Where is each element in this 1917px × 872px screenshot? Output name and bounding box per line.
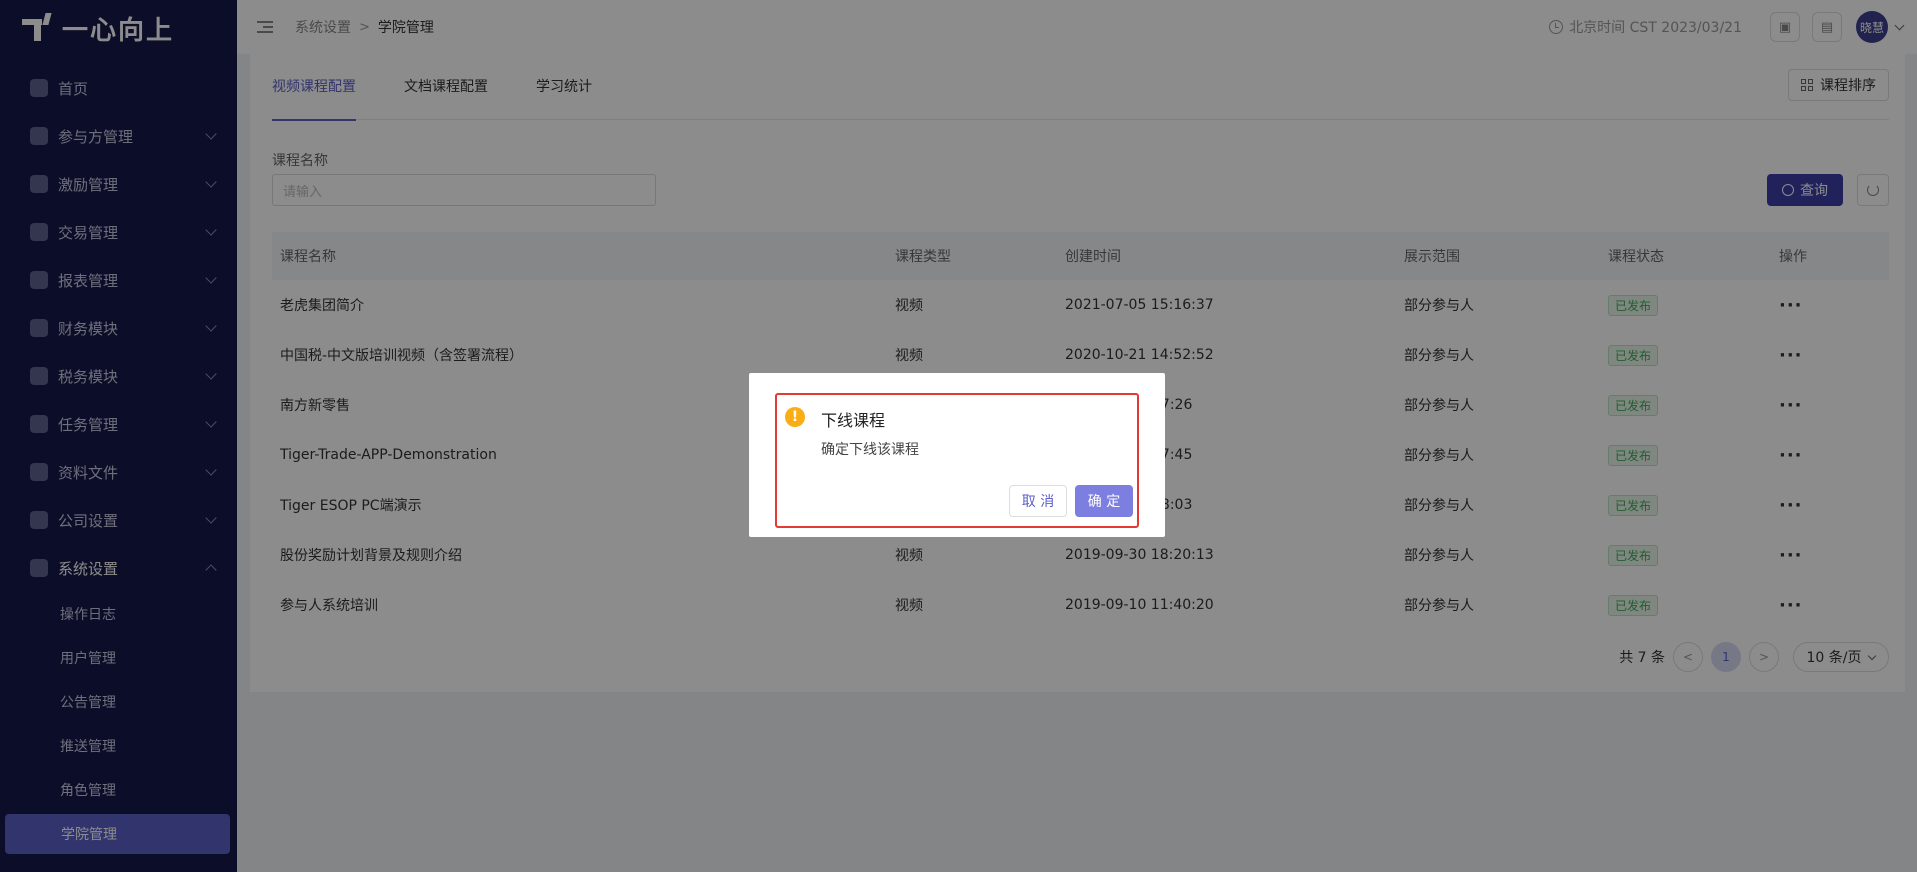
confirm-button[interactable]: 确 定 [1075, 485, 1133, 517]
cancel-button[interactable]: 取 消 [1009, 485, 1067, 517]
dialog-message: 确定下线该课程 [821, 442, 919, 458]
dialog-title: 下线课程 [821, 411, 886, 430]
confirm-dialog-body: ! 下线课程 确定下线该课程 取 消 确 定 [775, 393, 1139, 528]
confirm-dialog: ! 下线课程 确定下线该课程 取 消 确 定 [749, 373, 1165, 537]
warning-icon: ! [785, 407, 805, 427]
